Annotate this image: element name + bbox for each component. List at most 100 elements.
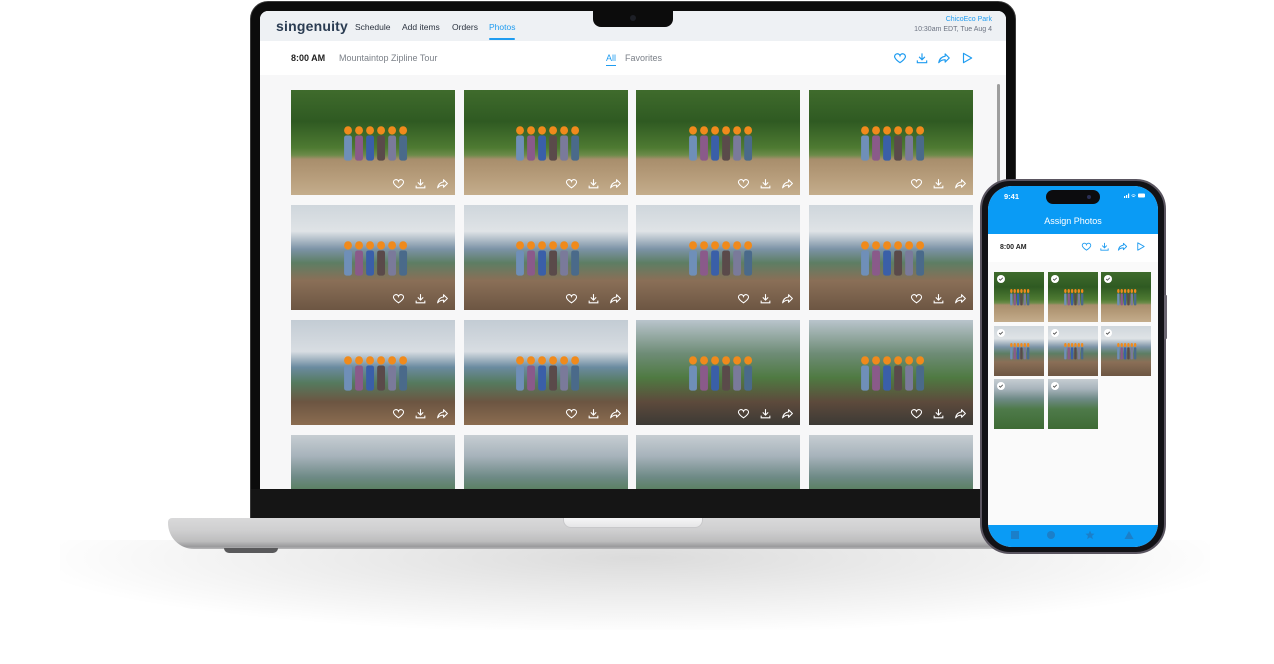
phone-photo-thumbnail[interactable] — [994, 272, 1044, 322]
photo-actions — [392, 407, 449, 420]
share-icon[interactable] — [781, 177, 794, 190]
heart-icon[interactable] — [392, 292, 405, 305]
people-figures — [343, 355, 407, 391]
share-icon[interactable] — [436, 177, 449, 190]
heart-icon[interactable] — [910, 407, 923, 420]
heart-icon[interactable] — [910, 177, 923, 190]
photo-thumbnail[interactable] — [808, 435, 973, 489]
photo-thumbnail[interactable] — [463, 435, 628, 489]
download-icon[interactable] — [1099, 241, 1110, 252]
heart-icon[interactable] — [737, 177, 750, 190]
selected-check-icon[interactable] — [1050, 328, 1059, 337]
photo-thumbnail[interactable] — [291, 320, 455, 425]
download-icon[interactable] — [414, 407, 427, 420]
download-icon[interactable] — [414, 292, 427, 305]
share-icon[interactable] — [781, 407, 794, 420]
share-icon[interactable] — [937, 51, 951, 65]
share-icon[interactable] — [954, 407, 967, 420]
photo-actions — [910, 407, 967, 420]
circle-icon[interactable] — [1046, 530, 1056, 540]
heart-icon[interactable] — [737, 292, 750, 305]
photo-thumbnail[interactable] — [291, 205, 455, 310]
filter-favorites-tab[interactable]: Favorites — [625, 53, 662, 63]
selected-check-icon[interactable] — [997, 328, 1005, 337]
nav-orders[interactable]: Orders — [452, 22, 478, 32]
photo-thumbnail[interactable] — [636, 90, 800, 195]
photo-thumbnail[interactable] — [463, 90, 628, 195]
nav-active-indicator — [489, 38, 515, 40]
heart-icon[interactable] — [392, 177, 405, 190]
people-figures — [688, 355, 752, 391]
share-icon[interactable] — [436, 407, 449, 420]
people-figures — [1010, 289, 1030, 306]
star-icon[interactable] — [1085, 530, 1095, 540]
download-icon[interactable] — [759, 407, 772, 420]
share-icon[interactable] — [954, 292, 967, 305]
selected-check-icon[interactable] — [997, 382, 1005, 390]
play-icon[interactable] — [960, 51, 974, 65]
selected-check-icon[interactable] — [997, 275, 1005, 283]
app-logo[interactable]: singenuity — [276, 18, 348, 34]
square-icon[interactable] — [1010, 530, 1020, 540]
phone-photo-thumbnail[interactable] — [1047, 272, 1098, 322]
heart-icon[interactable] — [737, 407, 750, 420]
share-icon[interactable] — [609, 177, 622, 190]
heart-icon[interactable] — [910, 292, 923, 305]
laptop-foot — [224, 548, 278, 553]
download-icon[interactable] — [587, 177, 600, 190]
phone-photo-thumbnail[interactable] — [994, 379, 1044, 429]
heart-icon[interactable] — [565, 407, 578, 420]
phone-title: Assign Photos — [1044, 216, 1102, 226]
photo-thumbnail[interactable] — [636, 205, 800, 310]
download-icon[interactable] — [932, 407, 945, 420]
heart-icon[interactable] — [565, 177, 578, 190]
nav-add-items[interactable]: Add items — [402, 22, 440, 32]
photo-thumbnail[interactable] — [463, 205, 628, 310]
heart-icon[interactable] — [565, 292, 578, 305]
photo-thumbnail[interactable] — [463, 320, 628, 425]
nav-schedule[interactable]: Schedule — [355, 22, 390, 32]
filter-all-tab[interactable]: All — [606, 53, 616, 63]
share-icon[interactable] — [436, 292, 449, 305]
share-icon[interactable] — [954, 177, 967, 190]
photo-thumbnail[interactable] — [808, 320, 973, 425]
phone-photo-thumbnail[interactable] — [1047, 379, 1098, 429]
photo-thumbnail[interactable] — [291, 435, 455, 489]
share-icon[interactable] — [609, 407, 622, 420]
phone-screen: 9:41 Assign Photos 8:00 AM — [988, 186, 1158, 547]
share-icon[interactable] — [1117, 241, 1128, 252]
photo-thumbnail[interactable] — [636, 435, 800, 489]
photo-thumbnail[interactable] — [808, 205, 973, 310]
triangle-icon[interactable] — [1124, 530, 1134, 540]
play-icon[interactable] — [1135, 241, 1146, 252]
photo-thumbnail[interactable] — [808, 90, 973, 195]
phone-photo-thumbnail[interactable] — [1101, 272, 1151, 322]
share-icon[interactable] — [609, 292, 622, 305]
heart-icon[interactable] — [1081, 241, 1092, 252]
download-icon[interactable] — [759, 292, 772, 305]
heart-icon[interactable] — [893, 51, 907, 65]
selected-check-icon[interactable] — [1104, 328, 1112, 337]
download-icon[interactable] — [932, 292, 945, 305]
photo-thumbnail[interactable] — [636, 320, 800, 425]
nav-photos[interactable]: Photos — [489, 22, 515, 32]
phone-photo-thumbnail[interactable] — [1047, 325, 1098, 376]
download-icon[interactable] — [759, 177, 772, 190]
people-figures — [861, 125, 925, 161]
phone-photo-thumbnail[interactable] — [994, 325, 1044, 376]
location-name[interactable]: ChicoEco Park — [946, 16, 992, 23]
selected-check-icon[interactable] — [1104, 275, 1112, 283]
selected-check-icon[interactable] — [1050, 275, 1059, 283]
download-icon[interactable] — [587, 292, 600, 305]
share-icon[interactable] — [781, 292, 794, 305]
download-icon[interactable] — [587, 407, 600, 420]
download-icon[interactable] — [932, 177, 945, 190]
phone-tab-bar — [988, 525, 1158, 547]
download-icon[interactable] — [414, 177, 427, 190]
phone-photo-thumbnail[interactable] — [1101, 325, 1151, 376]
heart-icon[interactable] — [392, 407, 405, 420]
photo-thumbnail[interactable] — [291, 90, 455, 195]
selected-check-icon[interactable] — [1050, 382, 1059, 390]
download-icon[interactable] — [915, 51, 929, 65]
laptop-screen: singenuity Schedule Add items Orders Pho… — [260, 11, 1006, 489]
